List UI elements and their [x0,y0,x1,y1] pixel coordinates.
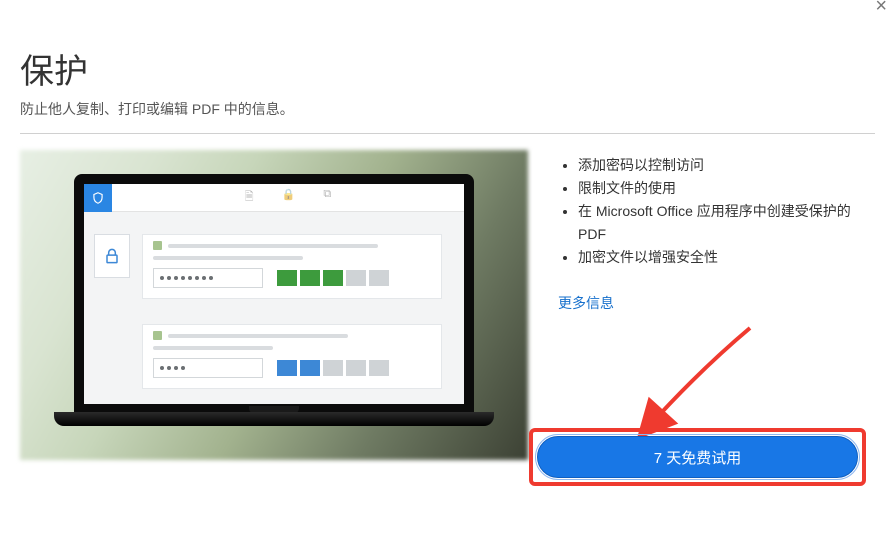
header: 保护 防止他人复制、打印或编辑 PDF 中的信息。 [0,0,895,133]
more-info-link[interactable]: 更多信息 [558,293,614,313]
lock-small-icon: 🔒 [282,188,296,207]
strength-meter-1 [277,270,389,286]
close-icon[interactable]: × [875,0,887,16]
free-trial-label: 7 天免费试用 [654,447,742,468]
feature-item: 限制文件的使用 [578,177,875,200]
feature-item: 加密文件以增强安全性 [578,246,875,269]
feature-list: 添加密码以控制访问 限制文件的使用 在 Microsoft Office 应用程… [558,154,875,269]
page-subtitle: 防止他人复制、打印或编辑 PDF 中的信息。 [20,99,875,119]
password-field-1 [153,268,263,288]
password-field-2 [153,358,263,378]
shield-icon [84,184,112,212]
password-card-2 [142,324,442,389]
laptop-graphic: 🗎 🔒 ⧉ [54,174,494,464]
strength-meter-2 [277,360,389,376]
free-trial-button[interactable]: 7 天免费试用 [537,436,858,478]
page-title: 保护 [20,44,875,93]
protect-illustration: 🗎 🔒 ⧉ [20,150,528,460]
feature-item: 在 Microsoft Office 应用程序中创建受保护的 PDF [578,200,875,246]
feature-item: 添加密码以控制访问 [578,154,875,177]
certificate-icon: ⧉ [323,188,331,207]
lock-icon [94,234,130,278]
trial-highlight-box: 7 天免费试用 [529,428,866,486]
password-card-1 [142,234,442,299]
document-icon: 🗎 [245,188,254,207]
